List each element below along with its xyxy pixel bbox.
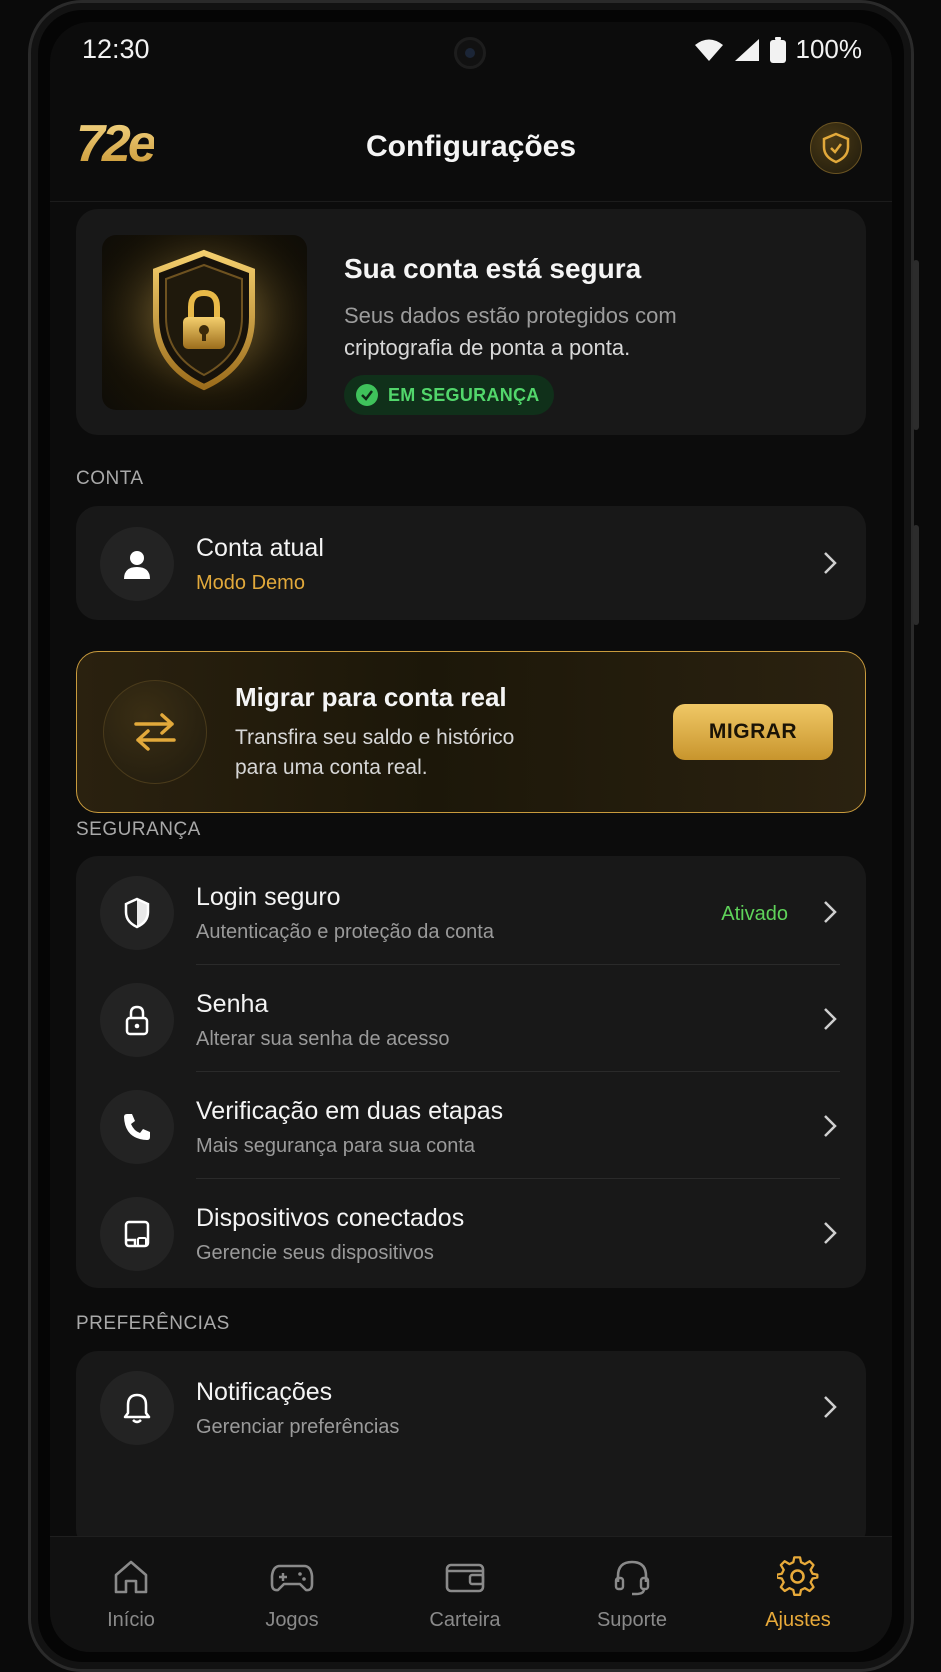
nav-item-wallet[interactable]: Carteira [395, 1537, 535, 1652]
nav-item-games[interactable]: Jogos [222, 1537, 362, 1652]
nav-label: Carteira [429, 1609, 501, 1631]
account-row[interactable]: Conta atual Modo Demo [76, 510, 866, 616]
headset-icon [614, 1560, 650, 1596]
nav-label: Suporte [596, 1609, 668, 1631]
device-icon [124, 1220, 150, 1248]
list-item-devices[interactable]: Dispositivos conectados Gerencie seus di… [76, 1180, 866, 1286]
item-title: Dispositivos conectados [196, 1204, 465, 1232]
golden-shield-icon [102, 235, 307, 410]
list-item-two-step[interactable]: Verificação em duas etapas Mais seguranç… [76, 1073, 866, 1179]
wallet-icon [445, 1563, 485, 1593]
migrate-description-line2: para uma conta real. [235, 756, 428, 779]
chevron-right-icon [824, 552, 837, 574]
section-header-account: CONTA [76, 468, 144, 489]
device-icon-circle [100, 1197, 174, 1271]
shield-lock-illustration [102, 235, 307, 410]
divider [196, 1071, 840, 1072]
status-bar: 12:30 100% [50, 22, 892, 78]
list-item-notifications[interactable]: Notificações Gerenciar preferências [76, 1354, 866, 1460]
bottom-navigation: Início Jogos Carteira Suporte Ajustes [50, 1536, 892, 1652]
item-subtitle: Autenticação e proteção da conta [196, 921, 494, 943]
security-status-card: Sua conta está segura Seus dados estão p… [76, 209, 866, 435]
badge-label: EM SEGURANÇA [388, 384, 540, 405]
section-header-security: SEGURANÇA [76, 819, 201, 840]
check-circle-icon [356, 384, 378, 406]
screen: 12:30 100% 72e Configurações Sua conta e… [50, 22, 892, 1652]
front-camera [454, 37, 486, 69]
app-header: 72e Configurações [50, 92, 892, 202]
nav-item-support[interactable]: Suporte [562, 1537, 702, 1652]
user-icon [124, 551, 150, 579]
nav-item-settings[interactable]: Ajustes [728, 1537, 868, 1652]
shield-check-icon [822, 132, 850, 164]
chevron-right-icon [824, 1222, 837, 1244]
hero-title: Sua conta está segura [344, 253, 642, 284]
nav-label: Ajustes [765, 1609, 831, 1631]
security-shield-button[interactable] [810, 122, 862, 174]
lock-icon [125, 1005, 149, 1036]
account-card: Conta atual Modo Demo [76, 506, 866, 620]
hero-description-line2: criptografia de ponta a ponta. [344, 335, 631, 360]
signal-icon [734, 38, 759, 61]
bell-icon [123, 1393, 151, 1424]
list-item-secure-login[interactable]: Login seguro Autenticação e proteção da … [76, 859, 866, 965]
migrate-card: Migrar para conta real Transfira seu sal… [76, 651, 866, 813]
shield-icon-circle [100, 876, 174, 950]
swap-icon-circle [103, 680, 207, 784]
item-title: Verificação em duas etapas [196, 1097, 504, 1125]
home-icon [114, 1560, 148, 1594]
bell-icon-circle [100, 1371, 174, 1445]
side-button [913, 260, 919, 430]
battery-percent: 100% [795, 34, 863, 64]
page-title: Configurações [365, 130, 577, 163]
battery-icon [769, 36, 786, 63]
item-title: Senha [196, 990, 269, 1018]
item-subtitle: Mais segurança para sua conta [196, 1135, 476, 1157]
shield-icon [124, 897, 150, 929]
swap-arrows-icon [134, 713, 176, 751]
nav-item-home[interactable]: Início [61, 1537, 201, 1652]
gear-icon [777, 1556, 819, 1596]
item-title: Login seguro [196, 883, 341, 911]
hero-description: Seus dados estão protegidos com [344, 303, 677, 328]
section-header-preferences: PREFERÊNCIAS [76, 1313, 230, 1334]
divider [196, 964, 840, 965]
user-avatar [100, 527, 174, 601]
phone-icon-circle [100, 1090, 174, 1164]
chevron-right-icon [824, 1115, 837, 1137]
migrate-button[interactable]: MIGRAR [673, 704, 833, 760]
security-list: Login seguro Autenticação e proteção da … [76, 856, 866, 1288]
preferences-list: Notificações Gerenciar preferências [76, 1351, 866, 1551]
migrate-title: Migrar para conta real [235, 682, 507, 712]
status-activated: Ativado [721, 903, 788, 925]
status-time: 12:30 [82, 34, 150, 64]
migrate-description: Transfira seu saldo e histórico [235, 726, 515, 749]
wifi-icon [694, 39, 723, 61]
nav-label: Início [107, 1609, 155, 1631]
gamepad-icon [270, 1564, 314, 1592]
chevron-right-icon [824, 1396, 837, 1418]
item-subtitle: Gerencie seus dispositivos [196, 1242, 434, 1264]
item-title: Notificações [196, 1378, 333, 1406]
divider [196, 1178, 840, 1179]
nav-label: Jogos [265, 1609, 319, 1631]
account-mode: Modo Demo [196, 572, 305, 594]
chevron-right-icon [824, 1008, 837, 1030]
side-button [913, 525, 919, 625]
list-item-password[interactable]: Senha Alterar sua senha de acesso [76, 966, 866, 1072]
status-badge: EM SEGURANÇA [344, 375, 554, 415]
item-subtitle: Alterar sua senha de acesso [196, 1028, 450, 1050]
lock-icon-circle [100, 983, 174, 1057]
account-title: Conta atual [196, 534, 324, 562]
status-icons: 100% [694, 34, 863, 65]
chevron-right-icon [824, 901, 837, 923]
item-subtitle: Gerenciar preferências [196, 1416, 400, 1438]
phone-icon [124, 1114, 150, 1140]
